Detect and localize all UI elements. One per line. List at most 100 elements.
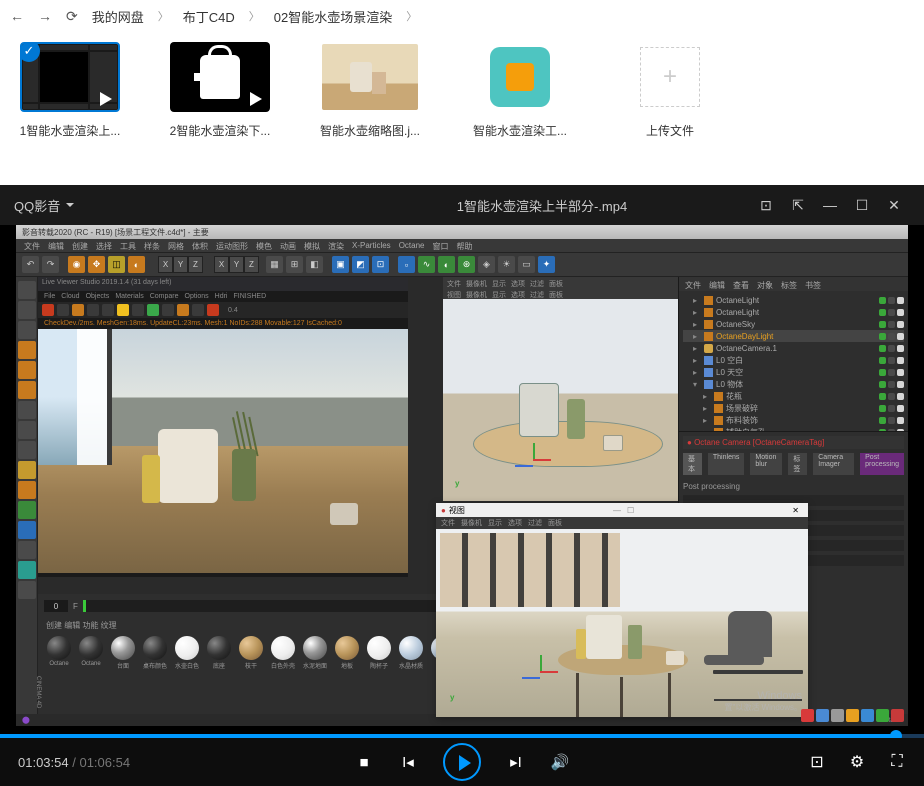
menu-item[interactable]: 书签 bbox=[805, 280, 821, 288]
point-icon[interactable] bbox=[18, 341, 36, 359]
menu-item[interactable]: 选项 bbox=[508, 518, 522, 528]
material-item[interactable]: 陶杯子 bbox=[364, 636, 394, 670]
menu-item[interactable]: 过滤 bbox=[530, 290, 544, 300]
render-settings-icon[interactable]: ◩ bbox=[352, 256, 369, 273]
env-icon[interactable]: ☀ bbox=[498, 256, 515, 273]
tool-icon[interactable] bbox=[18, 461, 36, 479]
material-item[interactable]: 地板 bbox=[332, 636, 362, 670]
menu-item[interactable]: 面板 bbox=[549, 279, 563, 289]
menu-item[interactable]: Octane bbox=[399, 241, 425, 250]
menu-item[interactable]: 模拟 bbox=[304, 241, 320, 250]
menu-item[interactable]: 标签 bbox=[781, 280, 797, 288]
edge-icon[interactable] bbox=[18, 361, 36, 379]
tool-icon[interactable] bbox=[18, 481, 36, 499]
pin-icon[interactable]: ⇱ bbox=[782, 197, 814, 214]
menu-item[interactable]: Options bbox=[185, 293, 209, 300]
minimize-icon[interactable]: — bbox=[814, 197, 846, 213]
tool-icon[interactable]: ⊞ bbox=[286, 256, 303, 273]
tl-start[interactable] bbox=[44, 600, 68, 612]
menu-item[interactable]: 选项 bbox=[511, 290, 525, 300]
menu-item[interactable]: Objects bbox=[86, 293, 110, 300]
pip-icon[interactable]: ⊡ bbox=[750, 197, 782, 214]
live-select-icon[interactable]: ◉ bbox=[68, 256, 85, 273]
attr-tab[interactable]: Motion blur bbox=[750, 453, 782, 475]
move-icon[interactable]: ✥ bbox=[88, 256, 105, 273]
lv-icon[interactable] bbox=[207, 304, 219, 316]
menu-item[interactable]: 面板 bbox=[549, 290, 563, 300]
attr-tab[interactable]: 标签 bbox=[788, 453, 807, 475]
menu-item[interactable]: 窗口 bbox=[432, 241, 448, 250]
play-button[interactable] bbox=[443, 743, 481, 781]
player-menu[interactable]: QQ影音 bbox=[14, 196, 334, 215]
model-icon[interactable] bbox=[18, 281, 36, 299]
tool-icon[interactable]: ▦ bbox=[266, 256, 283, 273]
lv-icon[interactable] bbox=[87, 304, 99, 316]
menu-item[interactable]: 过滤 bbox=[528, 518, 542, 528]
tree-row[interactable]: ▾L0 物体 bbox=[683, 378, 904, 390]
deformer-icon[interactable]: ◈ bbox=[478, 256, 495, 273]
render-icon[interactable]: ▣ bbox=[332, 256, 349, 273]
tray-icon[interactable] bbox=[816, 709, 829, 722]
volume-button[interactable]: 🔊 bbox=[551, 753, 569, 771]
lv-icon[interactable] bbox=[147, 304, 159, 316]
fullscreen-icon[interactable]: ⛶ bbox=[888, 753, 906, 771]
tex-icon[interactable] bbox=[18, 301, 36, 319]
attr-tab[interactable]: Thinlens bbox=[708, 453, 744, 475]
menu-item[interactable]: Materials bbox=[115, 293, 143, 300]
scale-icon[interactable]: ◫ bbox=[108, 256, 125, 273]
menu-item[interactable]: 工具 bbox=[120, 241, 136, 250]
maximize-icon[interactable]: ☐ bbox=[846, 197, 878, 214]
refresh-icon[interactable]: ⟳ bbox=[66, 8, 78, 25]
popup-view[interactable]: y -z x Windows置"以激活 Windows。 bbox=[436, 529, 808, 717]
light-icon[interactable]: ✦ bbox=[538, 256, 555, 273]
menu-item[interactable]: 文件 bbox=[447, 279, 461, 289]
menu-item[interactable]: X-Particles bbox=[352, 241, 391, 250]
tool-icon[interactable]: ◧ bbox=[306, 256, 323, 273]
stop-button[interactable]: ■ bbox=[355, 753, 373, 771]
menu-item[interactable]: 创建 bbox=[72, 241, 88, 250]
crumb-root[interactable]: 我的网盘 bbox=[92, 7, 144, 26]
gizmo-icon[interactable] bbox=[526, 655, 558, 687]
menu-item[interactable]: 过滤 bbox=[530, 279, 544, 289]
render-region-icon[interactable]: ⊡ bbox=[372, 256, 389, 273]
menu-item[interactable]: 显示 bbox=[492, 290, 506, 300]
tool-icon[interactable] bbox=[18, 561, 36, 579]
screenshot-icon[interactable]: ⊡ bbox=[808, 753, 826, 771]
material-item[interactable]: 枝干 bbox=[236, 636, 266, 670]
popup-min-icon[interactable]: — bbox=[613, 506, 621, 515]
undo-icon[interactable]: ↶ bbox=[22, 256, 39, 273]
cube-icon[interactable]: ▫ bbox=[398, 256, 415, 273]
material-item[interactable]: 水晶材质 bbox=[396, 636, 426, 670]
axis-world-xyz[interactable]: XYZ bbox=[214, 256, 259, 273]
next-button[interactable]: ▸I bbox=[507, 753, 525, 771]
prev-button[interactable]: I◂ bbox=[399, 753, 417, 771]
menu-item[interactable]: FINISHED bbox=[233, 293, 266, 300]
generator-icon[interactable]: ⊛ bbox=[458, 256, 475, 273]
menu-item[interactable]: 摄像机 bbox=[466, 290, 487, 300]
spline-icon[interactable]: ∿ bbox=[418, 256, 435, 273]
tray-icon[interactable] bbox=[876, 709, 889, 722]
tree-row[interactable]: ▸场景破碎 bbox=[683, 402, 904, 414]
settings-icon[interactable]: ⚙ bbox=[848, 753, 866, 771]
tool-icon[interactable] bbox=[18, 521, 36, 539]
tool-icon[interactable] bbox=[18, 541, 36, 559]
viewports[interactable]: Live Viewer Studio 2019.1.4 (31 days lef… bbox=[38, 277, 678, 594]
tray-icon[interactable] bbox=[861, 709, 874, 722]
tool-icon[interactable] bbox=[18, 441, 36, 459]
nurbs-icon[interactable]: ◐ bbox=[438, 256, 455, 273]
popup-close-icon[interactable]: ✕ bbox=[788, 506, 803, 515]
tool-icon[interactable] bbox=[18, 401, 36, 419]
tree-row[interactable]: ▸OctaneCamera.1 bbox=[683, 342, 904, 354]
menu-item[interactable]: Hdri bbox=[215, 293, 228, 300]
tree-row[interactable]: ▸OctaneSky bbox=[683, 318, 904, 330]
lv-stop-icon[interactable] bbox=[42, 304, 54, 316]
crumb-1[interactable]: 布丁C4D bbox=[183, 7, 235, 26]
tray-icon[interactable] bbox=[846, 709, 859, 722]
menu-item[interactable]: Cloud bbox=[61, 293, 79, 300]
tray-icon[interactable] bbox=[891, 709, 904, 722]
lv-icon[interactable] bbox=[132, 304, 144, 316]
menu-item[interactable]: 文件 bbox=[441, 518, 455, 528]
file-item[interactable]: 智能水壶缩略图.j... bbox=[310, 42, 430, 139]
menu-item[interactable]: File bbox=[44, 293, 55, 300]
camera-icon[interactable]: ▭ bbox=[518, 256, 535, 273]
